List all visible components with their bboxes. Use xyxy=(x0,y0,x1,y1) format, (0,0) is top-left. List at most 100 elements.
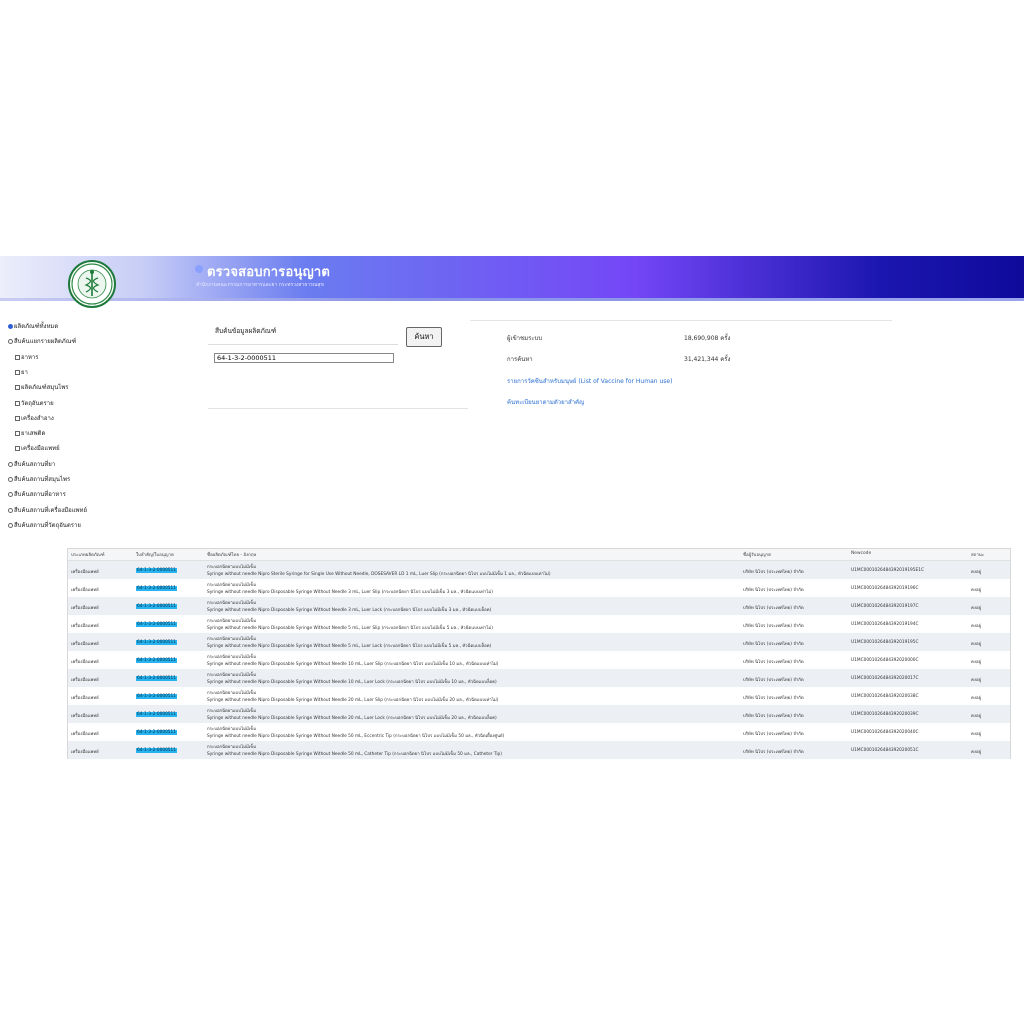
license-number[interactable]: 64-1-3-2-0000511 xyxy=(136,622,178,627)
newcode: U1MC0001026484392019195C xyxy=(851,640,919,645)
license-number[interactable]: 64-1-3-2-0000511 xyxy=(136,694,178,699)
filter-option[interactable]: เครื่องสำอาง xyxy=(15,414,54,424)
radio-button[interactable] xyxy=(8,324,13,329)
radio-button[interactable] xyxy=(8,477,13,482)
license-holder-cell: บริษัท นิโปร (ประเทศไทย) จำกัด xyxy=(743,676,804,683)
product-type: เครื่องมือแพทย์ xyxy=(71,732,99,737)
radio-button[interactable] xyxy=(8,507,13,513)
checkbox[interactable] xyxy=(15,431,20,437)
newcode: U1MC0001026484392020017C xyxy=(851,676,919,681)
license-holder: บริษัท นิโปร (ประเทศไทย) จำกัด xyxy=(743,714,804,719)
newcode-cell: U1MC0001026484392019195E1C xyxy=(851,568,924,573)
checkbox[interactable] xyxy=(15,446,20,452)
table-row[interactable]: เครื่องมือแพทย์ 64-1-3-2-0000511 กระบอกฉีด… xyxy=(68,561,1010,579)
product-name-english-cell: Syringe without needle Nipro Disposable … xyxy=(207,588,493,595)
product-name-thai-cell: กระบอกฉีดยาแบบไม่มีเข็ม xyxy=(207,617,256,624)
search-divider xyxy=(208,344,398,345)
column-header[interactable]: สถานะ xyxy=(971,551,984,558)
product-name-thai-cell: กระบอกฉีดยาแบบไม่มีเข็ม xyxy=(207,707,256,714)
radio-button[interactable] xyxy=(8,492,13,498)
newcode-cell: U1MC0001026484392019194C xyxy=(851,622,919,627)
checkbox[interactable] xyxy=(15,415,20,421)
license-number[interactable]: 64-1-3-2-0000511 xyxy=(136,640,178,645)
product-name-english-cell: Syringe without needle Nipro Disposable … xyxy=(207,624,493,631)
newcode: U1MC0001026484392020051C xyxy=(851,748,919,753)
license-number[interactable]: 64-1-3-2-0000511 xyxy=(136,748,178,753)
table-header: ประเภทผลิตภัณฑ์ ใบสำคัญ/ใบอนุญาต ชื่อผลิตภ… xyxy=(68,549,1010,561)
searches-label: การค้นหา xyxy=(507,356,533,363)
checkbox[interactable] xyxy=(15,385,20,391)
table-row[interactable]: เครื่องมือแพทย์ 64-1-3-2-0000511 กระบอกฉีด… xyxy=(68,741,1010,759)
filter-option[interactable]: สืบค้นสถานที่อาหาร xyxy=(8,490,66,500)
radio-button[interactable] xyxy=(8,461,13,467)
table-row[interactable]: เครื่องมือแพทย์ 64-1-3-2-0000511 กระบอกฉีด… xyxy=(68,615,1010,633)
column-header[interactable]: ชื่อผลิตภัณฑ์ไทย - อังกฤษ xyxy=(207,551,256,558)
product-name-english-cell: Syringe without needle Nipro Disposable … xyxy=(207,678,497,685)
filter-option-label: สืบค้นสถานที่อาหาร xyxy=(14,491,66,499)
license-number[interactable]: 64-1-3-2-0000511 xyxy=(136,730,178,735)
column-header[interactable]: ประเภทผลิตภัณฑ์ xyxy=(71,551,105,558)
ingredient-search-link[interactable]: ค้นทะเบียนยาตามตัวยาสำคัญ xyxy=(507,397,584,407)
filter-option[interactable]: วัตถุอันตราย xyxy=(15,399,54,409)
product-type-cell: เครื่องมือแพทย์ xyxy=(71,622,99,629)
title-bullet-icon xyxy=(195,265,203,273)
newcode-cell: U1MC0001026484392019196C xyxy=(851,586,919,591)
filter-option[interactable]: ยาเสพติด xyxy=(15,429,45,439)
product-name-english-cell: Syringe without needle Nipro Disposable … xyxy=(207,660,498,667)
license-number[interactable]: 64-1-3-2-0000511 xyxy=(136,586,178,591)
product-type: เครื่องมือแพทย์ xyxy=(71,750,99,755)
search-button[interactable]: ค้นหา xyxy=(406,327,442,347)
radio-button[interactable] xyxy=(8,522,13,528)
table-row[interactable]: เครื่องมือแพทย์ 64-1-3-2-0000511 กระบอกฉีด… xyxy=(68,633,1010,651)
filter-option[interactable]: สืบค้นสถานที่เครื่องมือแพทย์ xyxy=(8,506,87,516)
filter-option[interactable]: สืบค้นสถานที่ยา xyxy=(8,460,55,470)
filter-option[interactable]: เครื่องมือแพทย์ xyxy=(15,444,60,454)
product-name-thai-cell: กระบอกฉีดยาแบบไม่มีเข็ม xyxy=(207,725,256,732)
license-holder: บริษัท นิโปร (ประเทศไทย) จำกัด xyxy=(743,732,804,737)
product-name-thai-cell: กระบอกฉีดยาแบบไม่มีเข็ม xyxy=(207,743,256,750)
license-number[interactable]: 64-1-3-2-0000511 xyxy=(136,676,178,681)
status-cell: คงอยู่ xyxy=(971,694,981,701)
filter-option-label: สืบค้นสถานที่ยา xyxy=(14,460,56,468)
license-number[interactable]: 64-1-3-2-0000511 xyxy=(136,658,178,663)
license-number[interactable]: 64-1-3-2-0000511 xyxy=(136,604,178,609)
checkbox[interactable] xyxy=(15,400,20,406)
search-input[interactable] xyxy=(214,353,394,363)
radio-button[interactable] xyxy=(8,339,13,345)
column-header[interactable]: ชื่อผู้รับอนุญาต xyxy=(743,551,771,558)
results-table: ประเภทผลิตภัณฑ์ ใบสำคัญ/ใบอนุญาต ชื่อผลิตภ… xyxy=(67,548,1011,759)
filter-option[interactable]: อาหาร xyxy=(15,353,39,363)
status: คงอยู่ xyxy=(971,660,982,665)
table-row[interactable]: เครื่องมือแพทย์ 64-1-3-2-0000511 กระบอกฉีด… xyxy=(68,705,1010,723)
checkbox[interactable] xyxy=(15,354,20,360)
license-holder-cell: บริษัท นิโปร (ประเทศไทย) จำกัด xyxy=(743,568,804,575)
filter-option[interactable]: ผลิตภัณฑ์ทั้งหมด xyxy=(8,322,58,332)
license-number[interactable]: 64-1-3-2-0000511 xyxy=(136,712,178,717)
filter-option-label: ยาเสพติด xyxy=(21,430,46,438)
product-name-english: Syringe without needle Nipro Disposable … xyxy=(207,590,493,595)
filter-option-label: ผลิตภัณฑ์สมุนไพร xyxy=(21,384,69,392)
top-divider xyxy=(470,320,892,321)
checkbox[interactable] xyxy=(15,369,20,375)
status-cell: คงอยู่ xyxy=(971,604,981,611)
vaccine-list-link[interactable]: รายการวัคซีนสำหรับมนุษย์ (List of Vaccin… xyxy=(507,376,672,386)
filter-option[interactable]: ผลิตภัณฑ์สมุนไพร xyxy=(15,383,69,393)
product-type-cell: เครื่องมือแพทย์ xyxy=(71,604,99,611)
license-holder: บริษัท นิโปร (ประเทศไทย) จำกัด xyxy=(743,750,804,755)
filter-option[interactable]: ยา xyxy=(15,368,28,378)
product-name-english-cell: Syringe without needle Nipro Disposable … xyxy=(207,732,504,739)
filter-option[interactable]: สืบค้นแยกรายผลิตภัณฑ์ xyxy=(8,337,76,347)
filter-option-label: ผลิตภัณฑ์ทั้งหมด xyxy=(14,323,59,330)
table-row[interactable]: เครื่องมือแพทย์ 64-1-3-2-0000511 กระบอกฉีด… xyxy=(68,651,1010,669)
filter-option[interactable]: สืบค้นสถานที่สมุนไพร xyxy=(8,475,70,485)
license-number[interactable]: 64-1-3-2-0000511 xyxy=(136,568,178,573)
filter-option[interactable]: สืบค้นสถานที่วัตถุอันตราย xyxy=(8,521,81,531)
table-row[interactable]: เครื่องมือแพทย์ 64-1-3-2-0000511 กระบอกฉีด… xyxy=(68,579,1010,597)
table-row[interactable]: เครื่องมือแพทย์ 64-1-3-2-0000511 กระบอกฉีด… xyxy=(68,723,1010,741)
table-row[interactable]: เครื่องมือแพทย์ 64-1-3-2-0000511 กระบอกฉีด… xyxy=(68,597,1010,615)
table-row[interactable]: เครื่องมือแพทย์ 64-1-3-2-0000511 กระบอกฉีด… xyxy=(68,687,1010,705)
table-row[interactable]: เครื่องมือแพทย์ 64-1-3-2-0000511 กระบอกฉีด… xyxy=(68,669,1010,687)
column-header[interactable]: ใบสำคัญ/ใบอนุญาต xyxy=(136,551,174,558)
column-header[interactable]: Newcode xyxy=(851,551,871,556)
product-name-thai-cell: กระบอกฉีดยาแบบไม่มีเข็ม xyxy=(207,689,256,696)
